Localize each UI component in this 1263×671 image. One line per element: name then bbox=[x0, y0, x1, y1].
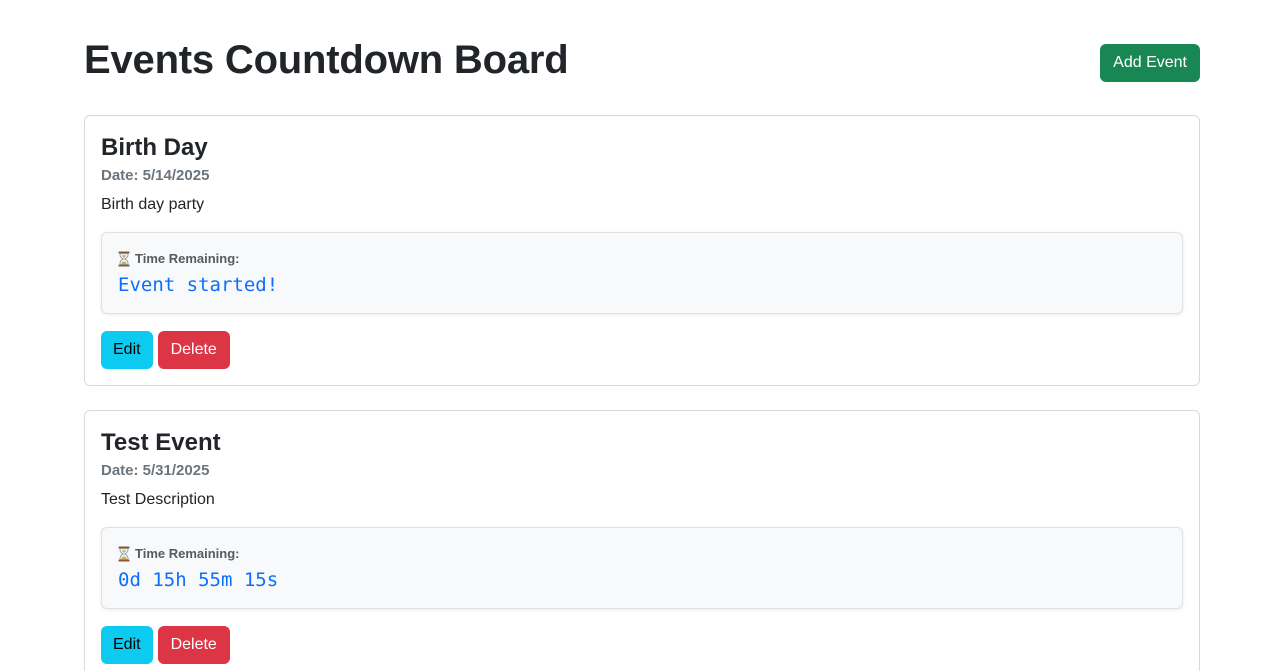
event-card: Test Event Date: 5/31/2025 Test Descript… bbox=[84, 410, 1200, 671]
event-card: Birth Day Date: 5/14/2025 Birth day part… bbox=[84, 115, 1200, 386]
edit-button[interactable]: Edit bbox=[101, 331, 153, 369]
main-container: Events Countdown Board Add Event Birth D… bbox=[84, 0, 1200, 671]
event-description: Birth day party bbox=[101, 196, 205, 213]
event-date: Date: 5/31/2025 bbox=[101, 462, 210, 479]
event-title: Test Event bbox=[101, 429, 221, 456]
page-title: Events Countdown Board bbox=[84, 38, 569, 82]
edit-button[interactable]: Edit bbox=[101, 626, 153, 664]
page-header: Events Countdown Board Add Event bbox=[84, 0, 1200, 115]
countdown-panel: Time Remaining: 0d 15h 55m 15s bbox=[101, 527, 1183, 609]
event-date: Date: 5/14/2025 bbox=[101, 167, 210, 184]
countdown-value: Event started! bbox=[118, 274, 279, 296]
hourglass-icon bbox=[118, 546, 130, 562]
add-event-button[interactable]: Add Event bbox=[1100, 44, 1200, 82]
countdown-value: 0d 15h 55m 15s bbox=[118, 569, 279, 591]
time-remaining-heading: Time Remaining: bbox=[118, 545, 240, 563]
delete-button[interactable]: Delete bbox=[157, 331, 230, 369]
countdown-panel: Time Remaining: Event started! bbox=[101, 232, 1183, 314]
event-actions: Edit Delete bbox=[101, 331, 230, 369]
hourglass-icon bbox=[118, 251, 130, 267]
time-remaining-label: Time Remaining: bbox=[135, 546, 240, 561]
delete-button[interactable]: Delete bbox=[157, 626, 230, 664]
event-description: Test Description bbox=[101, 491, 215, 508]
event-actions: Edit Delete bbox=[101, 626, 230, 664]
event-title: Birth Day bbox=[101, 134, 208, 161]
time-remaining-heading: Time Remaining: bbox=[118, 250, 240, 268]
time-remaining-label: Time Remaining: bbox=[135, 251, 240, 266]
